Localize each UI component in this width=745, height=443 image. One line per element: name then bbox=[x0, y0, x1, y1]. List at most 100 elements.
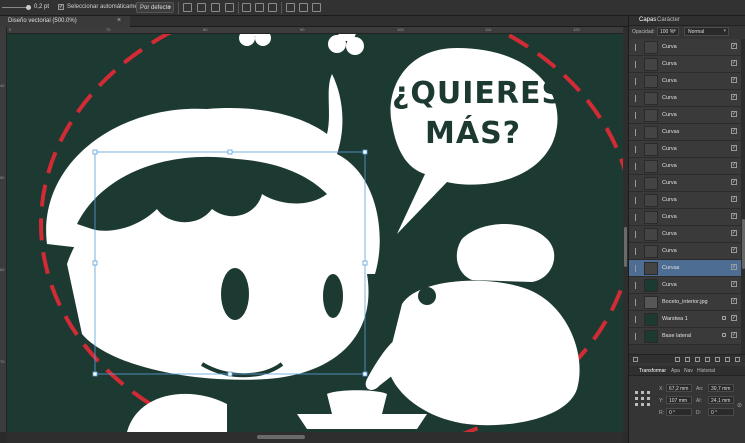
expand-toggle-icon[interactable] bbox=[635, 248, 638, 255]
layer-row[interactable]: Curva ✓ bbox=[629, 209, 741, 226]
expand-toggle-icon[interactable] bbox=[635, 95, 638, 102]
expand-toggle-icon[interactable] bbox=[635, 146, 638, 153]
visibility-checkbox[interactable]: ✓ bbox=[731, 281, 737, 287]
visibility-checkbox[interactable]: ✓ bbox=[731, 230, 737, 236]
rotation-field[interactable]: 0 ° bbox=[666, 408, 692, 416]
layer-row[interactable]: Curva ✓ bbox=[629, 158, 741, 175]
expand-toggle-icon[interactable] bbox=[635, 163, 638, 170]
document-tab[interactable]: Diseño vectorial (500.0%) × bbox=[0, 16, 130, 27]
add-layer-icon[interactable] bbox=[715, 357, 720, 362]
visibility-checkbox[interactable]: ✓ bbox=[731, 128, 737, 134]
blend-mode-dropdown[interactable]: Normal ▾ bbox=[684, 27, 729, 36]
scrollbar-thumb[interactable] bbox=[257, 435, 305, 439]
layer-row[interactable]: Curva ✓ bbox=[629, 90, 741, 107]
visibility-checkbox[interactable]: ✓ bbox=[731, 213, 737, 219]
tab-navigator[interactable]: Nav bbox=[684, 368, 693, 374]
expand-toggle-icon[interactable] bbox=[635, 180, 638, 187]
layer-row[interactable]: Curva ✓ bbox=[629, 192, 741, 209]
layer-row[interactable]: Base lateral ✓ bbox=[629, 328, 741, 345]
visibility-checkbox[interactable]: ✓ bbox=[731, 94, 737, 100]
add-group-icon[interactable] bbox=[705, 357, 710, 362]
visibility-checkbox[interactable]: ✓ bbox=[731, 60, 737, 66]
layer-row[interactable]: Curva ✓ bbox=[629, 56, 741, 73]
expand-toggle-icon[interactable] bbox=[635, 44, 638, 51]
visibility-checkbox[interactable]: ✓ bbox=[731, 264, 737, 270]
visibility-checkbox[interactable]: ✓ bbox=[731, 43, 737, 49]
tab-transform[interactable]: Transformar bbox=[639, 368, 666, 374]
layers-scrollbar[interactable] bbox=[741, 39, 745, 354]
visibility-checkbox[interactable]: ✓ bbox=[731, 162, 737, 168]
align-middle-icon[interactable] bbox=[299, 3, 308, 12]
layer-row[interactable]: Curva ✓ bbox=[629, 226, 741, 243]
stroke-width-field[interactable]: 0,2 pt bbox=[34, 4, 49, 10]
layer-settings-icon[interactable] bbox=[633, 357, 638, 362]
close-icon[interactable]: × bbox=[117, 17, 121, 24]
align-top-icon[interactable] bbox=[286, 3, 295, 12]
design-canvas[interactable]: ¿QUIERES MÁS? bbox=[7, 34, 623, 432]
visibility-checkbox[interactable]: ✓ bbox=[731, 196, 737, 202]
layer-row[interactable]: Curva ✓ bbox=[629, 73, 741, 90]
auto-select-dropdown[interactable]: Por defecto ▾ bbox=[136, 2, 174, 13]
expand-toggle-icon[interactable] bbox=[635, 299, 638, 306]
align-center-icon[interactable] bbox=[255, 3, 264, 12]
expand-toggle-icon[interactable] bbox=[635, 197, 638, 204]
visibility-checkbox[interactable]: ✓ bbox=[731, 77, 737, 83]
expand-toggle-icon[interactable] bbox=[635, 282, 638, 289]
delete-layer-icon[interactable] bbox=[735, 357, 740, 362]
layer-row[interactable]: Curva ✓ bbox=[629, 243, 741, 260]
align-bottom-icon[interactable] bbox=[312, 3, 321, 12]
layer-row[interactable]: Curvas ✓ bbox=[629, 124, 741, 141]
visibility-checkbox[interactable]: ✓ bbox=[731, 145, 737, 151]
x-field[interactable]: 67,2 mm bbox=[666, 384, 692, 392]
duplicate-layer-icon[interactable] bbox=[725, 357, 730, 362]
opacity-field[interactable]: 100 % ▾ bbox=[657, 27, 679, 36]
expand-toggle-icon[interactable] bbox=[635, 61, 638, 68]
tab-layers[interactable]: Capas bbox=[639, 17, 656, 23]
layer-row[interactable]: Curva ✓ bbox=[629, 175, 741, 192]
fx-icon[interactable] bbox=[695, 357, 700, 362]
show-handles-icon[interactable] bbox=[211, 3, 220, 12]
anchor-point-selector[interactable] bbox=[635, 391, 651, 407]
canvas-horizontal-scrollbar[interactable] bbox=[7, 432, 623, 443]
shear-field[interactable]: 0 ° bbox=[708, 408, 734, 416]
visibility-checkbox[interactable]: ✓ bbox=[731, 179, 737, 185]
visibility-checkbox[interactable]: ✓ bbox=[731, 111, 737, 117]
visibility-checkbox[interactable]: ✓ bbox=[731, 315, 737, 321]
horizontal-ruler[interactable]: 0 70 80 90 100 110 120 bbox=[7, 27, 623, 34]
tab-history[interactable]: Historial bbox=[697, 368, 715, 374]
layer-row[interactable]: Curvas ✓ bbox=[629, 260, 741, 277]
layer-row[interactable]: Curva ✓ bbox=[629, 39, 741, 56]
layer-row[interactable]: Curva ✓ bbox=[629, 141, 741, 158]
expand-toggle-icon[interactable] bbox=[635, 78, 638, 85]
stroke-width-slider[interactable] bbox=[2, 7, 28, 8]
bounding-box-icon[interactable] bbox=[225, 3, 234, 12]
auto-select-checkbox[interactable]: ✓ bbox=[58, 4, 64, 10]
expand-toggle-icon[interactable] bbox=[635, 112, 638, 119]
tab-appearance[interactable]: Apa bbox=[671, 368, 680, 374]
expand-toggle-icon[interactable] bbox=[635, 129, 638, 136]
transform-origin-icon[interactable] bbox=[183, 3, 192, 12]
width-field[interactable]: 30,7 mm bbox=[708, 384, 734, 392]
stroke-width-slider-knob[interactable] bbox=[26, 5, 31, 10]
layer-row[interactable]: Boceto_interior.jpg ✓ bbox=[629, 294, 741, 311]
y-field[interactable]: 107 mm bbox=[666, 396, 692, 404]
expand-toggle-icon[interactable] bbox=[635, 214, 638, 221]
lock-icon[interactable] bbox=[722, 316, 726, 320]
expand-toggle-icon[interactable] bbox=[635, 265, 638, 272]
visibility-checkbox[interactable]: ✓ bbox=[731, 332, 737, 338]
adjustment-icon[interactable] bbox=[685, 357, 690, 362]
link-icon[interactable]: ⊘ bbox=[737, 402, 742, 409]
expand-toggle-icon[interactable] bbox=[635, 333, 638, 340]
visibility-checkbox[interactable]: ✓ bbox=[731, 298, 737, 304]
mask-layer-icon[interactable] bbox=[675, 357, 680, 362]
transform-objects-icon[interactable] bbox=[197, 3, 206, 12]
visibility-checkbox[interactable]: ✓ bbox=[731, 247, 737, 253]
expand-toggle-icon[interactable] bbox=[635, 316, 638, 323]
align-left-icon[interactable] bbox=[242, 3, 251, 12]
expand-toggle-icon[interactable] bbox=[635, 231, 638, 238]
tab-character[interactable]: Carácter bbox=[657, 17, 680, 23]
layer-row[interactable]: Warstwa 1 ✓ bbox=[629, 311, 741, 328]
align-right-icon[interactable] bbox=[268, 3, 277, 12]
layer-row[interactable]: Curva ✓ bbox=[629, 277, 741, 294]
vertical-ruler[interactable]: 40 50 60 70 bbox=[0, 27, 7, 432]
